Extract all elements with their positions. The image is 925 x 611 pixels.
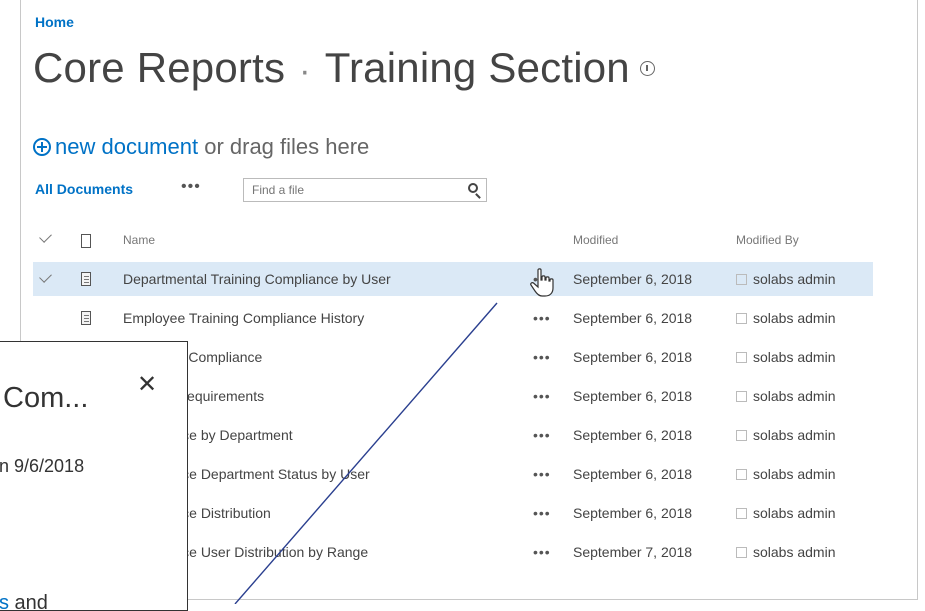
page-title: Core Reports · Training Section xyxy=(33,44,655,92)
document-name-link[interactable]: Employee Training Compliance History xyxy=(123,310,364,326)
modified-by-cell: solabs admin xyxy=(736,310,836,326)
document-icon xyxy=(81,234,91,248)
row-ellipsis-menu-icon[interactable]: ••• xyxy=(533,388,551,404)
table-row[interactable]: Departmental Training Compliance by User… xyxy=(21,260,917,299)
report-file-icon xyxy=(81,272,91,286)
modified-by-user[interactable]: solabs admin xyxy=(753,466,836,482)
presence-icon xyxy=(736,313,747,324)
new-document-bar: new document or drag files here xyxy=(33,134,369,160)
find-file-search-box xyxy=(243,178,487,202)
callout-modified-date: n 9/6/2018 xyxy=(0,456,85,476)
document-name-link[interactable]: Departmental Training Compliance by User xyxy=(123,271,391,287)
row-ellipsis-menu-icon[interactable]: ••• xyxy=(533,427,551,443)
modified-by-cell: solabs admin xyxy=(736,544,836,560)
modified-date: September 6, 2018 xyxy=(573,505,693,521)
presence-icon xyxy=(736,391,747,402)
modified-by-cell: solabs admin xyxy=(736,388,836,404)
callout-close-icon[interactable]: ✕ xyxy=(137,370,157,399)
header-modified[interactable]: Modified xyxy=(573,233,618,247)
view-bar: All Documents ••• xyxy=(35,178,495,204)
view-more-ellipsis-icon[interactable]: ••• xyxy=(181,178,201,196)
title-separator: · xyxy=(299,52,311,90)
callout-link[interactable]: s xyxy=(0,592,9,610)
modified-by-cell: solabs admin xyxy=(736,349,836,365)
header-modified-by[interactable]: Modified By xyxy=(736,233,799,247)
callout-title: Com... xyxy=(3,382,89,414)
presence-icon xyxy=(736,352,747,363)
view-all-documents-tab[interactable]: All Documents xyxy=(35,181,133,197)
modified-by-user[interactable]: solabs admin xyxy=(753,427,836,443)
modified-date: September 6, 2018 xyxy=(573,388,693,404)
find-file-input[interactable] xyxy=(250,182,454,198)
hand-cursor-icon xyxy=(530,268,554,297)
presence-icon xyxy=(736,274,747,285)
drag-files-hint: or drag files here xyxy=(198,134,370,159)
modified-by-cell: solabs admin xyxy=(736,505,836,521)
file-type-cell xyxy=(81,310,91,327)
presence-icon xyxy=(736,430,747,441)
modified-by-user[interactable]: solabs admin xyxy=(753,271,836,287)
site-title[interactable]: Core Reports xyxy=(33,44,285,91)
file-type-header-icon[interactable] xyxy=(81,233,91,250)
modified-by-cell: solabs admin xyxy=(736,271,836,287)
modified-by-cell: solabs admin xyxy=(736,466,836,482)
plus-circle-icon[interactable] xyxy=(33,138,51,156)
report-file-icon xyxy=(81,311,91,325)
modified-by-cell: solabs admin xyxy=(736,427,836,443)
row-ellipsis-menu-icon[interactable]: ••• xyxy=(533,466,551,482)
checkmark-icon xyxy=(39,230,52,243)
presence-icon xyxy=(736,547,747,558)
modified-by-user[interactable]: solabs admin xyxy=(753,505,836,521)
file-type-cell xyxy=(81,271,91,288)
row-ellipsis-menu-icon[interactable]: ••• xyxy=(533,505,551,521)
modified-by-user[interactable]: solabs admin xyxy=(753,310,836,326)
library-title[interactable]: Training Section xyxy=(325,44,630,91)
row-ellipsis-menu-icon[interactable]: ••• xyxy=(533,544,551,560)
callout-share-text: s and xyxy=(0,592,48,610)
new-document-link[interactable]: new document xyxy=(55,134,198,159)
modified-by-user[interactable]: solabs admin xyxy=(753,388,836,404)
presence-icon xyxy=(736,469,747,480)
presence-icon xyxy=(736,508,747,519)
modified-date: September 6, 2018 xyxy=(573,310,693,326)
breadcrumb-home-link[interactable]: Home xyxy=(35,14,74,30)
table-header-row: Name Modified Modified By xyxy=(21,222,917,260)
modified-date: September 6, 2018 xyxy=(573,349,693,365)
search-icon[interactable] xyxy=(468,183,478,193)
row-checkbox[interactable] xyxy=(39,270,52,287)
modified-date: September 6, 2018 xyxy=(573,427,693,443)
select-all-checkbox[interactable] xyxy=(39,230,52,247)
row-ellipsis-menu-icon[interactable]: ••• xyxy=(533,310,551,326)
modified-date: September 6, 2018 xyxy=(573,271,693,287)
info-icon[interactable] xyxy=(639,61,655,76)
table-row[interactable]: Employee Training Compliance History •••… xyxy=(21,299,917,338)
modified-date: September 7, 2018 xyxy=(573,544,693,560)
header-name[interactable]: Name xyxy=(123,233,155,247)
document-callout-panel: Com... ✕ n 9/6/2018 s and xyxy=(0,341,188,611)
row-ellipsis-menu-icon[interactable]: ••• xyxy=(533,349,551,365)
modified-by-user[interactable]: solabs admin xyxy=(753,544,836,560)
modified-date: September 6, 2018 xyxy=(573,466,693,482)
modified-by-user[interactable]: solabs admin xyxy=(753,349,836,365)
